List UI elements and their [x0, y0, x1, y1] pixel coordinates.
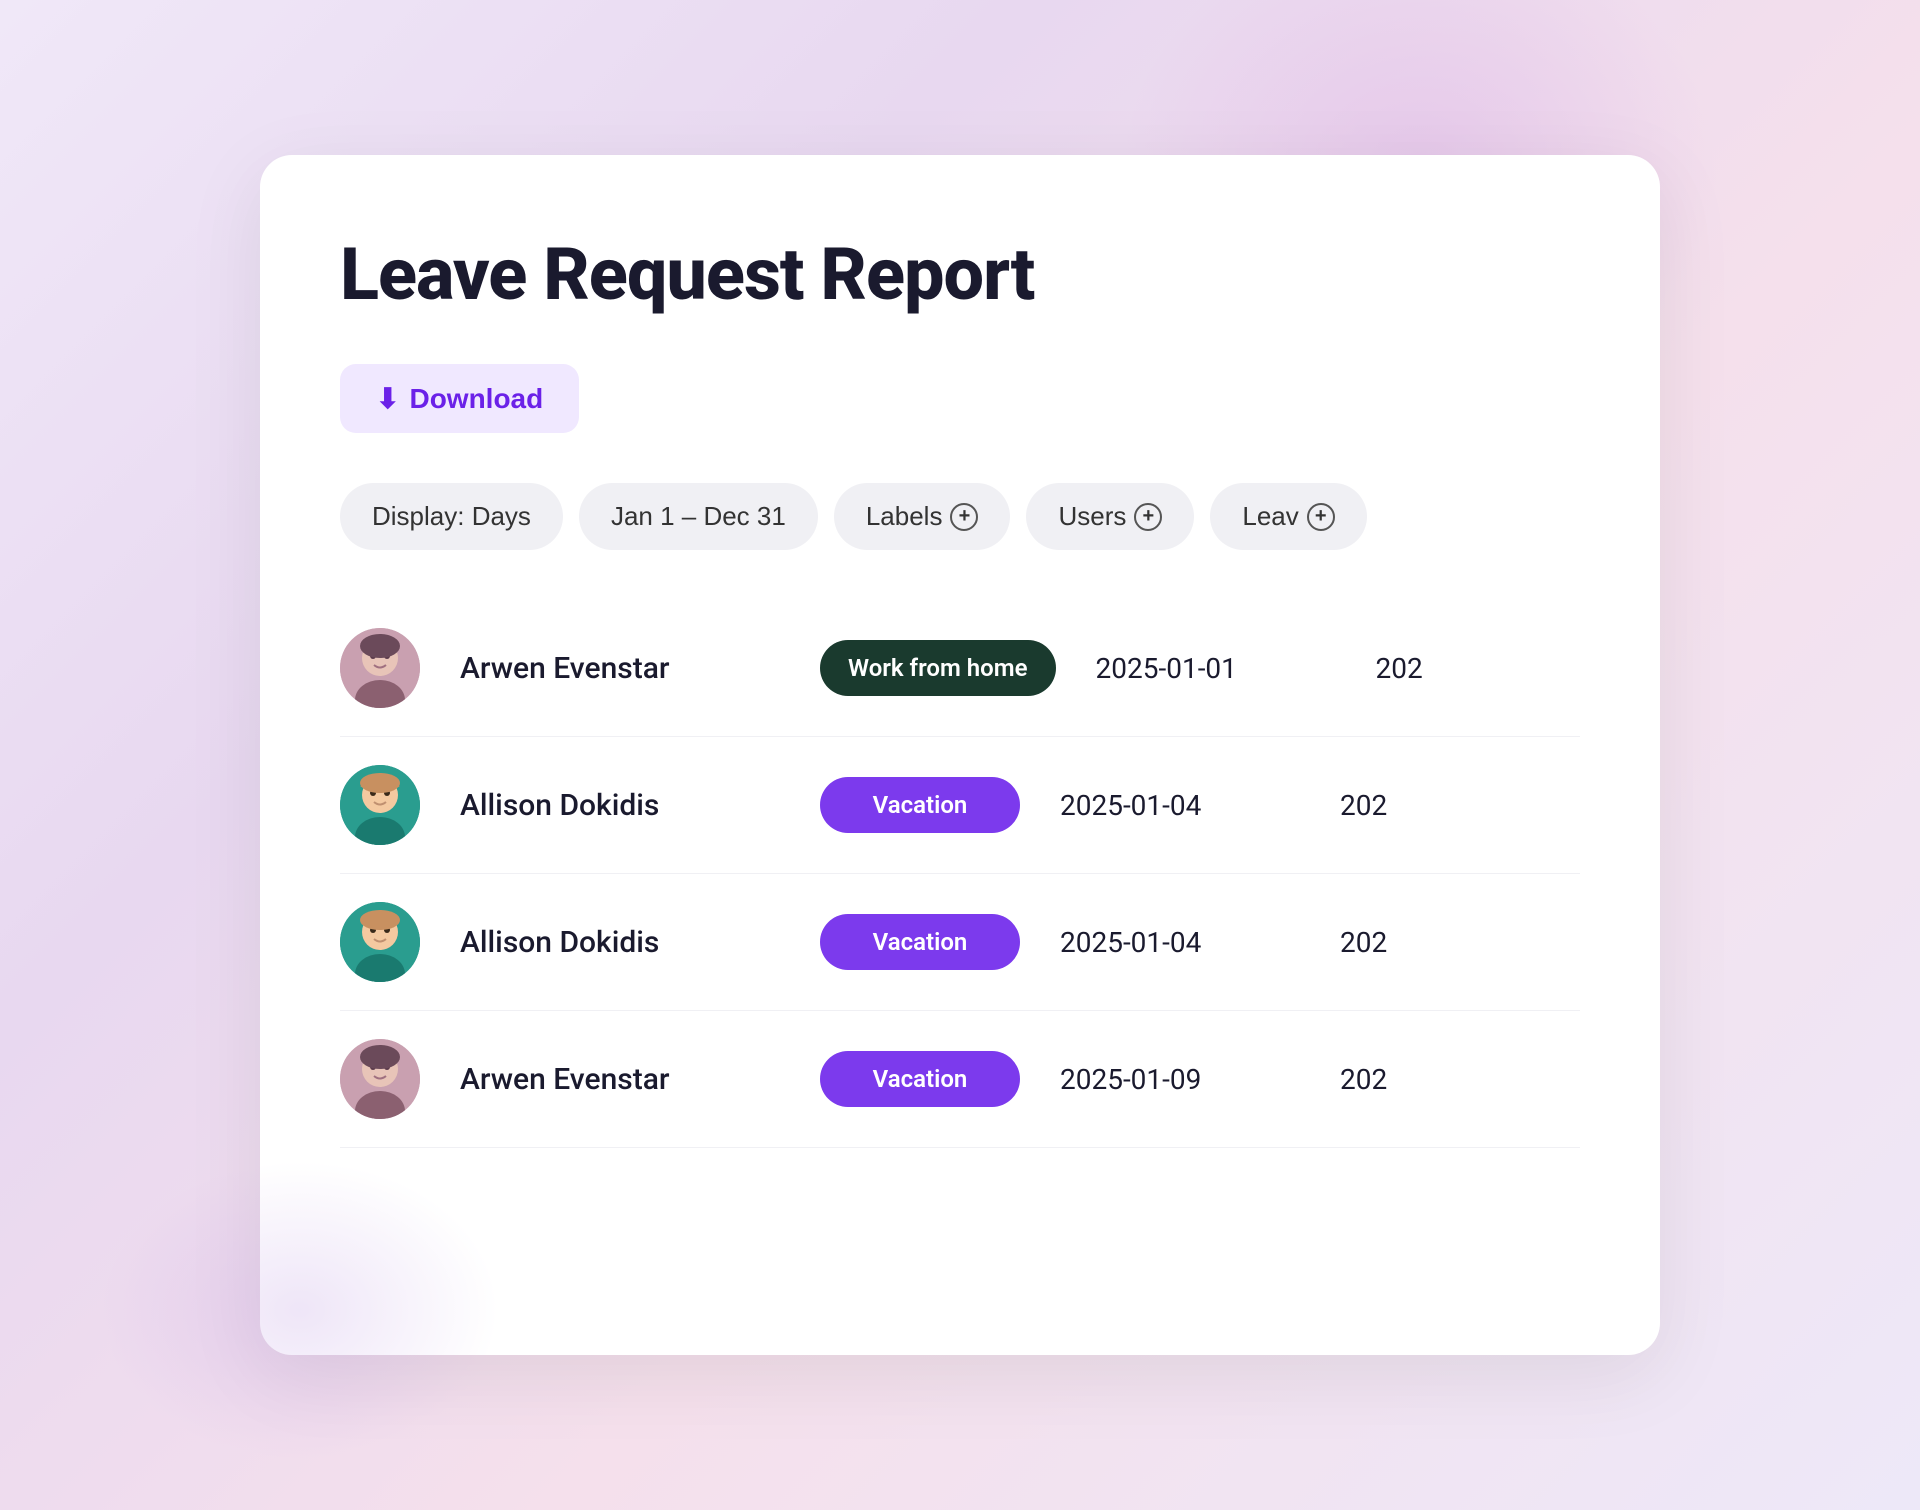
filter-leave-label: Leav: [1242, 501, 1298, 532]
users-plus-icon: +: [1134, 503, 1162, 531]
leave-plus-icon: +: [1307, 503, 1335, 531]
filter-date-range[interactable]: Jan 1 – Dec 31: [579, 483, 818, 550]
filters-row: Display: Days Jan 1 – Dec 31 Labels + Us…: [340, 483, 1580, 550]
end-date-partial: 202: [1340, 1063, 1387, 1096]
avatar: [340, 628, 420, 708]
labels-plus-icon: +: [950, 503, 978, 531]
person-name: Allison Dokidis: [460, 788, 780, 823]
download-button[interactable]: ⬇ Download: [340, 364, 579, 433]
start-date: 2025-01-01: [1096, 652, 1336, 685]
leave-badge: Vacation: [820, 1051, 1020, 1107]
table-row: Arwen Evenstar Work from home 2025-01-01…: [340, 600, 1580, 737]
end-date-partial: 202: [1340, 926, 1387, 959]
filter-display[interactable]: Display: Days: [340, 483, 563, 550]
filter-leave[interactable]: Leav +: [1210, 483, 1366, 550]
start-date: 2025-01-04: [1060, 789, 1300, 822]
table-row: Arwen Evenstar Vacation 2025-01-09 202: [340, 1011, 1580, 1148]
download-label: Download: [409, 383, 543, 415]
leave-badge: Work from home: [820, 640, 1056, 696]
filter-labels-label: Labels: [866, 501, 943, 532]
leave-badge: Vacation: [820, 914, 1020, 970]
filter-users-label: Users: [1058, 501, 1126, 532]
avatar: [340, 765, 420, 845]
avatar: [340, 902, 420, 982]
download-icon: ⬇: [376, 382, 399, 415]
leave-badge: Vacation: [820, 777, 1020, 833]
person-name: Arwen Evenstar: [460, 1062, 780, 1097]
filter-labels[interactable]: Labels +: [834, 483, 1011, 550]
main-card: Leave Request Report ⬇ Download Display:…: [260, 155, 1660, 1355]
person-name: Allison Dokidis: [460, 925, 780, 960]
filter-users[interactable]: Users +: [1026, 483, 1194, 550]
start-date: 2025-01-04: [1060, 926, 1300, 959]
table-container: Arwen Evenstar Work from home 2025-01-01…: [340, 600, 1580, 1148]
end-date-partial: 202: [1376, 652, 1423, 685]
filter-display-label: Display: Days: [372, 501, 531, 532]
filter-date-range-label: Jan 1 – Dec 31: [611, 501, 786, 532]
person-name: Arwen Evenstar: [460, 651, 780, 686]
table-row: Allison Dokidis Vacation 2025-01-04 202: [340, 874, 1580, 1011]
page-title: Leave Request Report: [340, 235, 1580, 314]
end-date-partial: 202: [1340, 789, 1387, 822]
start-date: 2025-01-09: [1060, 1063, 1300, 1096]
avatar: [340, 1039, 420, 1119]
table-row: Allison Dokidis Vacation 2025-01-04 202: [340, 737, 1580, 874]
